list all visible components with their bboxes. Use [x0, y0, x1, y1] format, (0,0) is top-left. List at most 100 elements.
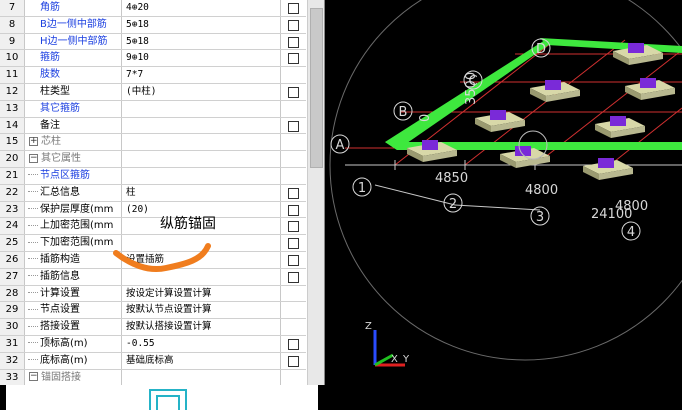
row-number: 30 — [0, 319, 25, 335]
axis-label-3: 3 — [536, 210, 544, 225]
row-number: 23 — [0, 201, 25, 218]
property-row[interactable]: 29 节点设置 按默认节点设置计算 — [0, 302, 306, 320]
property-row[interactable]: 9 H边一侧中部筋 5⊕18 — [0, 33, 306, 51]
property-label: B边一侧中部筋 — [40, 18, 107, 30]
attach-checkbox[interactable] — [288, 36, 299, 48]
row-number: 9 — [0, 33, 25, 50]
property-value[interactable]: (中柱) — [123, 83, 281, 100]
row-number: 31 — [0, 335, 25, 352]
attach-checkbox[interactable] — [288, 355, 299, 367]
preview-canvas — [6, 385, 318, 410]
attach-checkbox-cell — [282, 151, 306, 167]
property-value[interactable]: 5⊕18 — [123, 16, 281, 33]
property-name: 汇总信息 — [26, 184, 122, 201]
property-row[interactable]: 22 汇总信息 柱 — [0, 184, 306, 202]
property-row[interactable]: 23 保护层厚度(mm (20) — [0, 201, 306, 219]
property-row[interactable]: 10 箍筋 9⊕10 — [0, 50, 306, 68]
property-value[interactable]: 按设定计算设置计算 — [123, 285, 281, 302]
property-name: 下加密范围(mm — [26, 235, 122, 251]
property-value[interactable] — [123, 134, 281, 151]
property-value[interactable]: 4⊕20 — [123, 0, 281, 16]
row-number: 20 — [0, 151, 25, 167]
attach-checkbox[interactable] — [288, 187, 299, 199]
property-row[interactable]: 32 底标高(m) 基础底标高 — [0, 352, 306, 370]
property-row[interactable]: 8 B边一侧中部筋 5⊕18 — [0, 16, 306, 34]
property-row[interactable]: 21 节点区箍筋 — [0, 167, 306, 185]
dimension-4800-a: 4800 — [525, 183, 558, 198]
property-name: 其它箍筋 — [26, 100, 122, 117]
property-name: 节点设置 — [26, 302, 122, 319]
expand-icon[interactable]: + — [29, 136, 38, 146]
attach-checkbox[interactable] — [288, 86, 299, 98]
attach-checkbox-cell — [282, 353, 306, 369]
property-value[interactable]: -0.55 — [123, 335, 281, 352]
attach-checkbox[interactable] — [288, 271, 299, 283]
property-value[interactable]: 按默认搭接设置计算 — [123, 319, 281, 335]
collapse-icon[interactable]: − — [29, 372, 38, 382]
property-value[interactable]: 5⊕18 — [123, 33, 281, 50]
property-value[interactable] — [123, 151, 281, 167]
tree-line-icon — [28, 224, 38, 226]
axis-label-b: B — [399, 105, 408, 120]
attach-checkbox[interactable] — [288, 19, 299, 31]
property-label: 插筋信息 — [40, 270, 80, 282]
property-row[interactable]: 31 顶标高(m) -0.55 — [0, 335, 306, 353]
attach-checkbox-cell — [282, 185, 306, 201]
property-value[interactable]: 柱 — [123, 184, 281, 201]
vertical-scrollbar[interactable] — [307, 0, 324, 385]
attach-checkbox[interactable] — [288, 338, 299, 350]
attach-checkbox[interactable] — [288, 204, 299, 216]
attach-checkbox[interactable] — [288, 120, 299, 132]
attach-checkbox-cell — [282, 202, 306, 218]
property-value[interactable]: 9⊕10 — [123, 50, 281, 67]
property-label: 插筋构造 — [40, 253, 80, 265]
property-label: 底标高(m) — [40, 354, 88, 366]
property-value[interactable]: 基础底标高 — [123, 352, 281, 369]
axis-label-2: 2 — [449, 197, 457, 212]
row-number: 32 — [0, 352, 25, 369]
property-name: 插筋信息 — [26, 268, 122, 285]
attach-checkbox-cell — [282, 34, 306, 50]
collapse-icon[interactable]: − — [29, 153, 38, 163]
attach-checkbox[interactable] — [288, 254, 299, 266]
property-name: 柱类型 — [26, 83, 122, 100]
preview-inner-outline — [156, 395, 180, 410]
scrollbar-thumb[interactable] — [310, 8, 323, 168]
property-value[interactable] — [123, 100, 281, 117]
property-row[interactable]: 7 角筋 4⊕20 — [0, 0, 306, 17]
attach-checkbox[interactable] — [288, 53, 299, 65]
row-number: 33 — [0, 369, 25, 386]
triad-z: Z — [365, 321, 372, 332]
tree-line-icon — [28, 208, 38, 210]
3d-viewport[interactable]: A B C D 1 2 3 4 4850 4800 24100 4800 350… — [325, 0, 682, 410]
attach-checkbox-cell — [282, 218, 306, 234]
property-name: 上加密范围(mm — [26, 218, 122, 235]
property-row[interactable]: 13 其它箍筋 — [0, 100, 306, 118]
property-name: 计算设置 — [26, 285, 122, 302]
property-row[interactable]: 12 柱类型 (中柱) — [0, 83, 306, 101]
property-value[interactable]: 7*7 — [123, 67, 281, 83]
property-value[interactable] — [123, 117, 281, 134]
axis-label-1: 1 — [358, 181, 366, 196]
property-name: − 其它属性 — [26, 151, 122, 167]
attach-checkbox[interactable] — [288, 3, 299, 14]
property-row[interactable]: 14 备注 — [0, 117, 306, 135]
property-label: 肢数 — [40, 69, 60, 81]
property-value[interactable]: 按默认节点设置计算 — [123, 302, 281, 319]
property-value[interactable] — [123, 167, 281, 184]
property-grid: 7 角筋 4⊕20 8 B边一侧中部筋 5⊕18 9 H边一侧中部筋 5⊕18 10 箍筋 9⊕10 1… — [0, 0, 306, 387]
property-row[interactable]: 30 搭接设置 按默认搭接设置计算 — [0, 319, 306, 336]
property-label: 节点区箍筋 — [40, 169, 90, 181]
property-name: 肢数 — [26, 67, 122, 83]
property-row[interactable]: 33− 锚固搭接 — [0, 369, 306, 387]
property-row[interactable]: 24 上加密范围(mm — [0, 218, 306, 236]
property-row[interactable]: 15 + 芯柱 — [0, 134, 306, 152]
property-value[interactable] — [123, 369, 281, 386]
property-row[interactable]: 28 计算设置 按设定计算设置计算 — [0, 285, 306, 303]
attach-checkbox[interactable] — [288, 221, 299, 233]
dimension-4800-b: 4800 — [615, 199, 648, 214]
triad-x: X — [391, 354, 398, 365]
property-row[interactable]: 20− 其它属性 — [0, 151, 306, 168]
property-row[interactable]: 11 肢数 7*7 — [0, 67, 306, 84]
attach-checkbox[interactable] — [288, 238, 299, 250]
